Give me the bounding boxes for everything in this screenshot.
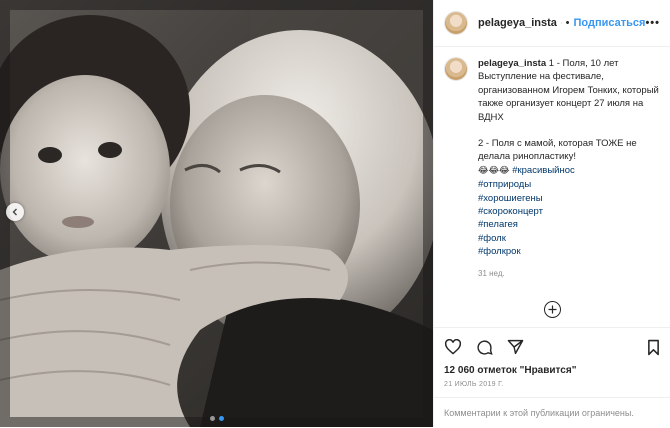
plus-circle-icon xyxy=(548,305,557,314)
caption: pelageya_insta 1 - Поля, 10 лет Выступле… xyxy=(434,47,670,280)
carousel-dots xyxy=(0,416,433,421)
hashtag-link[interactable]: #скороконцерт xyxy=(478,205,660,218)
caption-avatar[interactable] xyxy=(444,57,468,81)
caption-username[interactable]: pelageya_insta xyxy=(478,58,546,69)
more-options-button[interactable]: ••• xyxy=(645,17,660,29)
chevron-left-icon xyxy=(12,208,17,216)
heart-icon[interactable] xyxy=(444,339,462,355)
post-header: pelageya_insta • Подписаться ••• xyxy=(434,0,670,47)
instagram-post: pelageya_insta • Подписаться ••• pelagey… xyxy=(0,0,670,427)
post-date[interactable]: 21 ИЮЛЬ 2019 Г. xyxy=(434,376,670,388)
post-actions: 12 060 отметок "Нравится" 21 ИЮЛЬ 2019 Г… xyxy=(434,327,670,428)
comment-icon[interactable] xyxy=(476,339,493,356)
carousel-dot xyxy=(209,416,215,421)
carousel-dot-active xyxy=(218,416,224,421)
username-link[interactable]: pelageya_insta xyxy=(478,17,557,29)
share-icon[interactable] xyxy=(507,339,524,355)
caption-emojis: 😂😂😂 xyxy=(478,165,510,176)
hashtag-link[interactable]: #хорошиегены xyxy=(478,192,660,205)
hashtag-link[interactable]: #фолк xyxy=(478,232,660,245)
verified-icon xyxy=(560,22,562,24)
carousel-prev-button[interactable] xyxy=(6,203,24,221)
caption-time[interactable]: 31 нед. xyxy=(478,267,660,280)
caption-line2: 2 - Поля с мамой, которая ТОЖЕ не делала… xyxy=(478,138,637,163)
follow-button[interactable]: Подписаться xyxy=(574,17,646,29)
bookmark-icon[interactable] xyxy=(647,339,660,356)
avatar[interactable] xyxy=(444,11,468,35)
likes-count[interactable]: 12 060 отметок "Нравится" xyxy=(434,356,670,376)
comments-disabled-notice: Комментарии к этой публикации ограничены… xyxy=(434,397,670,428)
photo-image xyxy=(0,0,433,427)
hashtag-link[interactable]: #красивыйнос xyxy=(512,165,575,176)
caption-text: pelageya_insta 1 - Поля, 10 лет Выступле… xyxy=(478,57,660,280)
load-more-comments-button[interactable] xyxy=(544,301,561,318)
post-photo[interactable] xyxy=(0,0,433,427)
post-sidebar: pelageya_insta • Подписаться ••• pelagey… xyxy=(433,0,670,427)
hashtag-link[interactable]: #отприроды xyxy=(478,178,660,191)
separator-dot: • xyxy=(565,17,570,29)
hashtag-link[interactable]: #пелагея xyxy=(478,218,660,231)
hashtag-link[interactable]: #фолкрок xyxy=(478,245,660,258)
action-icons xyxy=(434,328,670,356)
